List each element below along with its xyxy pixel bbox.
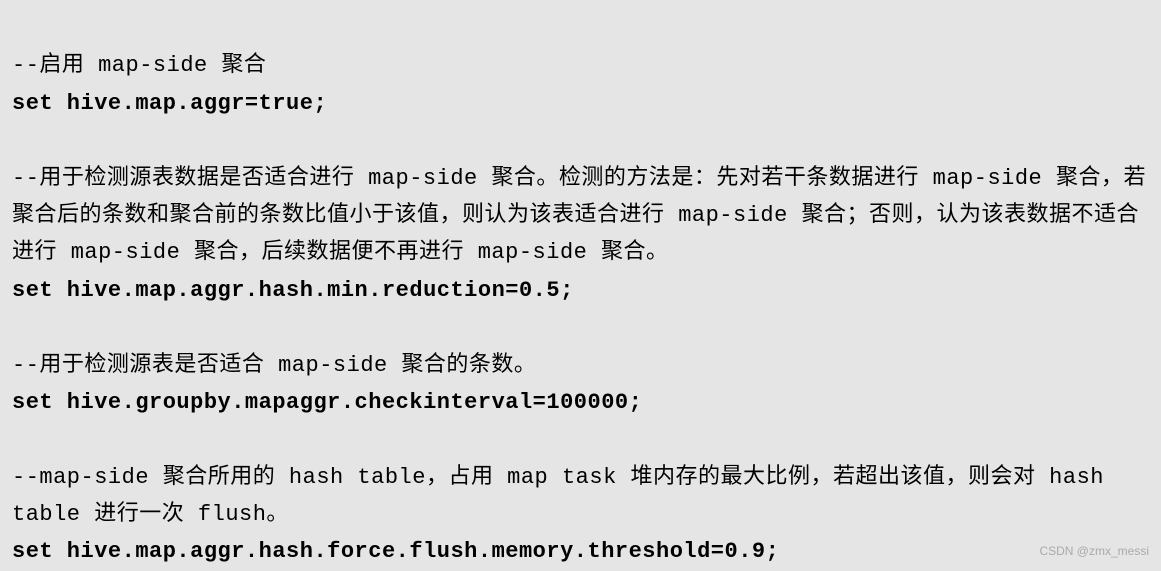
- watermark: CSDN @zmx_messi: [1039, 541, 1149, 561]
- comment-line: --用于检测源表是否适合 map-side 聚合的条数。: [12, 353, 536, 378]
- comment-line: --启用 map-side 聚合: [12, 53, 266, 78]
- code-block: --启用 map-side 聚合 set hive.map.aggr=true;…: [12, 10, 1149, 571]
- setting-line: set hive.map.aggr.hash.min.reduction=0.5…: [12, 278, 574, 303]
- comment-line: --map-side 聚合所用的 hash table，占用 map task …: [12, 465, 1118, 527]
- setting-line: set hive.map.aggr.hash.force.flush.memor…: [12, 539, 779, 564]
- setting-line: set hive.groupby.mapaggr.checkinterval=1…: [12, 390, 642, 415]
- setting-line: set hive.map.aggr=true;: [12, 91, 327, 116]
- comment-line: --用于检测源表数据是否适合进行 map-side 聚合。检测的方法是：先对若干…: [12, 166, 1146, 266]
